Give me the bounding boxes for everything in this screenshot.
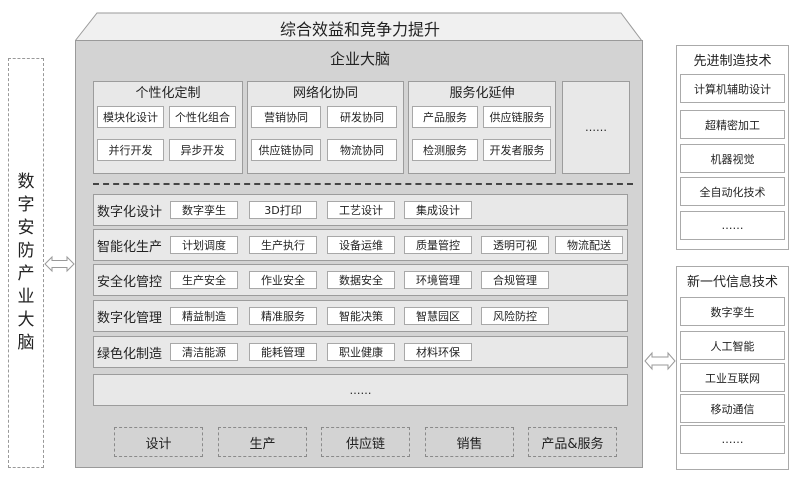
row-tag: 智能决策	[327, 307, 395, 325]
side-item: 机器视觉	[680, 144, 785, 173]
side-item: 移动通信	[680, 394, 785, 423]
group-item: 模块化设计	[97, 106, 164, 128]
enterprise-brain-title: 企业大脑	[329, 49, 390, 68]
group-collaboration-title: 网络化协同	[292, 85, 358, 101]
group-item: 供应链服务	[483, 106, 551, 128]
group-item: 研发协同	[327, 106, 397, 128]
row-tag: 合规管理	[481, 271, 549, 289]
group-item: 检测服务	[412, 139, 478, 161]
group-item: 产品服务	[412, 106, 478, 128]
row-tag: 数据安全	[327, 271, 395, 289]
row-tag: 计划调度	[170, 236, 238, 254]
left-double-arrow-icon	[44, 255, 75, 273]
row-tag: 生产安全	[170, 271, 238, 289]
row-label: 数字化管理	[97, 311, 163, 326]
row-tag: 生产执行	[249, 236, 317, 254]
group-item: 开发者服务	[483, 139, 551, 161]
roof-title: 综合效益和竞争力提升	[279, 20, 440, 39]
side-item: 人工智能	[680, 331, 785, 360]
group-item: 物流协同	[327, 139, 397, 161]
group-item: 异步开发	[169, 139, 236, 161]
row-tag: 精准服务	[249, 307, 317, 325]
row-tag: 能耗管理	[249, 343, 317, 361]
side-item: 工业互联网	[680, 363, 785, 392]
industry-brain-label: 数字安防产业大脑	[17, 172, 35, 353]
row-tag: 职业健康	[327, 343, 395, 361]
row-label: 绿色化制造	[97, 347, 163, 362]
function-product-service: 产品&服务	[528, 427, 617, 457]
row-label: 智能化生产	[97, 240, 163, 255]
row-label: 安全化管控	[97, 275, 163, 290]
row-tag: 集成设计	[404, 201, 472, 219]
new-it-title: 新一代信息技术	[686, 274, 778, 290]
side-item: 计算机辅助设计	[680, 74, 785, 103]
row-tag: 工艺设计	[327, 201, 395, 219]
row-tag: 3D打印	[249, 201, 317, 219]
row-tag: 材料环保	[404, 343, 472, 361]
dashed-divider	[93, 183, 633, 185]
row-tag: 环境管理	[404, 271, 472, 289]
function-supply-chain: 供应链	[321, 427, 410, 457]
side-item: 超精密加工	[680, 110, 785, 139]
row-tag: 作业安全	[249, 271, 317, 289]
advanced-manufacturing-title: 先进制造技术	[693, 53, 772, 69]
row-tag: 清洁能源	[170, 343, 238, 361]
row-tag: 风险防控	[481, 307, 549, 325]
side-item: 全自动化技术	[680, 177, 785, 206]
row-tag: 物流配送	[555, 236, 623, 254]
group-item: 供应链协同	[251, 139, 321, 161]
row-tag: 数字孪生	[170, 201, 238, 219]
right-double-arrow-icon	[644, 351, 676, 371]
side-item: 数字孪生	[680, 297, 785, 326]
function-sales: 销售	[425, 427, 514, 457]
row-more: ……	[93, 374, 628, 406]
row-tag: 精益制造	[170, 307, 238, 325]
group-service-extension-title: 服务化延伸	[449, 85, 515, 101]
row-tag: 智慧园区	[404, 307, 472, 325]
function-production: 生产	[218, 427, 307, 457]
side-item: ……	[680, 211, 785, 240]
group-item: 营销协同	[251, 106, 321, 128]
function-design: 设计	[114, 427, 203, 457]
group-more: ……	[562, 81, 630, 174]
side-item: ……	[680, 425, 785, 454]
group-customization-title: 个性化定制	[135, 85, 201, 101]
industry-brain-box: 数字安防产业大脑	[8, 58, 44, 468]
row-tag: 设备运维	[327, 236, 395, 254]
group-item: 并行开发	[97, 139, 164, 161]
row-tag: 质量管控	[404, 236, 472, 254]
row-tag: 透明可视	[481, 236, 549, 254]
row-label: 数字化设计	[97, 205, 163, 220]
group-item: 个性化组合	[169, 106, 236, 128]
